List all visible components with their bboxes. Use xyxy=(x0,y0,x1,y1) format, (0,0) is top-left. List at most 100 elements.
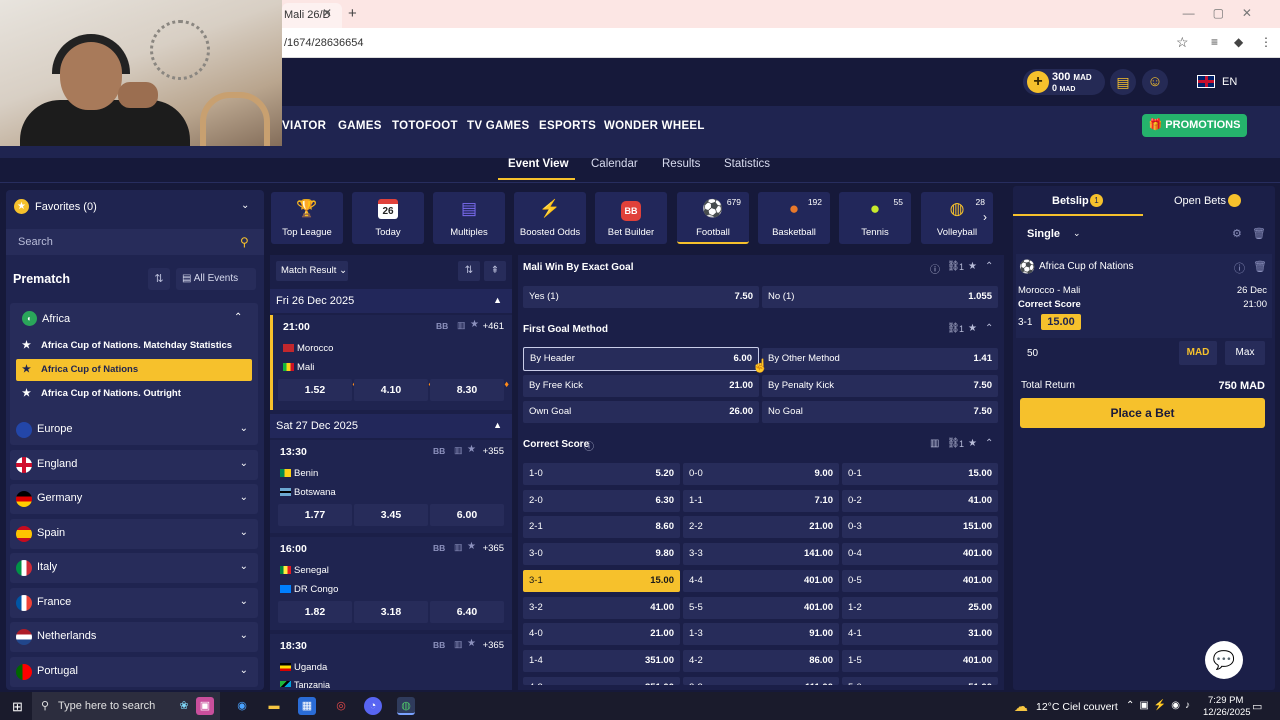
sidebar-item-portugal[interactable]: Portugal ⌄ xyxy=(10,657,258,687)
correct-score-pick[interactable]: 3-0 9.80 xyxy=(523,543,680,566)
favorites-label[interactable]: Favorites (0) xyxy=(35,201,97,213)
star-icon[interactable]: ★ xyxy=(22,359,31,381)
star-icon[interactable]: ★ xyxy=(968,323,977,334)
correct-score-pick[interactable]: 3-3 141.00 xyxy=(683,543,839,566)
sidebar-item-germany[interactable]: Germany ⌄ xyxy=(10,484,258,514)
media-icon[interactable]: ◎ xyxy=(332,697,350,715)
extension-icon[interactable]: ◆ xyxy=(1234,35,1243,49)
market-pick[interactable]: By Header 6.00 xyxy=(523,347,759,371)
star-icon[interactable]: ★ xyxy=(467,638,476,649)
correct-score-pick[interactable]: 4-0 21.00 xyxy=(523,623,680,646)
playlist-icon[interactable]: ≡ xyxy=(1211,35,1218,49)
app-icon[interactable]: ▣ xyxy=(196,697,214,715)
market-title[interactable]: Mali Win By Exact Goal xyxy=(523,262,634,273)
star-icon[interactable]: ★ xyxy=(467,444,476,455)
sport-top-league[interactable]: 🏆 Top League xyxy=(271,192,343,244)
stats-icon[interactable]: ▥ xyxy=(454,445,463,456)
sidebar-item-england[interactable]: England ⌄ xyxy=(10,450,258,480)
market-pick[interactable]: By Free Kick 21.00 xyxy=(523,375,759,397)
star-icon[interactable]: ★ xyxy=(467,541,476,552)
close-tab-icon[interactable]: ✕ xyxy=(322,6,332,20)
market-title[interactable]: First Goal Method xyxy=(523,324,608,335)
info-icon[interactable]: ⓘ xyxy=(584,438,594,453)
discord-icon[interactable]: ◔ xyxy=(364,697,382,715)
correct-score-pick[interactable]: 0-3 151.00 xyxy=(842,516,998,539)
receipt-icon[interactable]: ▤ xyxy=(1110,69,1136,95)
sport-football[interactable]: 679 ⚽ Football xyxy=(677,192,749,244)
kebab-menu-icon[interactable]: ⋮ xyxy=(1260,35,1272,49)
bookmark-star-icon[interactable]: ☆ xyxy=(1176,34,1189,51)
weather-text[interactable]: 12°C Ciel couvert xyxy=(1036,701,1118,713)
stats-icon[interactable]: ▥ xyxy=(930,438,939,449)
correct-score-pick[interactable]: 3-1 15.00 xyxy=(523,569,680,592)
odd-button[interactable]: 1.82 xyxy=(278,601,352,623)
bet-type-dropdown[interactable]: Single xyxy=(1027,228,1060,240)
language-selector[interactable]: EN xyxy=(1222,76,1237,88)
correct-score-pick[interactable]: 4-4 401.00 xyxy=(683,569,839,592)
star-icon[interactable]: ★ xyxy=(22,383,31,405)
correct-score-pick[interactable]: 5-5 401.00 xyxy=(683,596,839,619)
market-title[interactable]: Correct Score xyxy=(523,439,589,450)
clock-date[interactable]: 12/26/2025 xyxy=(1203,707,1251,718)
market-pick[interactable]: Yes (1) 7.50 xyxy=(523,286,759,308)
clock-time[interactable]: 7:29 PM xyxy=(1208,695,1243,706)
new-tab-icon[interactable]: + xyxy=(348,5,357,22)
sidebar-item-spain[interactable]: Spain ⌄ xyxy=(10,519,258,549)
chevron-down-icon[interactable]: ⌄ xyxy=(1073,228,1081,239)
sport-basketball[interactable]: 192 ● Basketball xyxy=(758,192,830,244)
market-pick[interactable]: Own Goal 26.00 xyxy=(523,401,759,423)
correct-score-pick[interactable]: 4-1 31.00 xyxy=(842,623,998,646)
chrome-icon[interactable]: ◍ xyxy=(397,697,415,715)
sidebar-item-europe[interactable]: Europe ⌄ xyxy=(10,415,258,445)
correct-score-pick[interactable]: 4-2 86.00 xyxy=(683,649,839,672)
market-pick[interactable]: No (1) 1.055 xyxy=(762,286,998,308)
correct-score-pick[interactable]: 0-5 401.00 xyxy=(842,569,998,592)
chevron-up-icon[interactable]: ⌃ xyxy=(985,261,993,272)
correct-score-pick[interactable]: 1-2 25.00 xyxy=(842,596,998,619)
sport-boosted-odds[interactable]: ⚡ Boosted Odds xyxy=(514,192,586,244)
chevron-down-icon[interactable]: ⌄ xyxy=(241,200,249,211)
all-events-dropdown[interactable]: ▤ All Events xyxy=(176,268,256,290)
currency-button[interactable]: MAD xyxy=(1179,341,1217,365)
windows-start-icon[interactable]: ⊞ xyxy=(12,699,23,715)
sort-button[interactable]: ⇅ xyxy=(458,261,480,281)
stake-input[interactable] xyxy=(1017,341,1175,365)
correct-score-pick[interactable]: 2-0 6.30 xyxy=(523,489,680,512)
correct-score-pick[interactable]: 4-3351.00 xyxy=(523,676,680,685)
africa-label[interactable]: Africa xyxy=(42,313,70,325)
tab-statistics[interactable]: Statistics xyxy=(724,158,770,170)
odd-button[interactable]: 1.52♦ xyxy=(278,379,357,401)
sport-bet-builder[interactable]: BB Bet Builder xyxy=(595,192,667,244)
stats-icon[interactable]: ▥ xyxy=(457,320,466,331)
tab-open-bets[interactable]: Open Bets xyxy=(1174,195,1226,207)
browser-tab[interactable]: Mali 26/D xyxy=(282,3,342,28)
search-placeholder[interactable]: Search xyxy=(18,236,53,248)
chat-icon[interactable]: 💬 xyxy=(1205,641,1243,679)
link-icon[interactable]: ⛓ xyxy=(947,261,960,272)
tab-event-view[interactable]: Event View xyxy=(508,158,569,170)
link-icon[interactable]: ⛓ xyxy=(947,438,960,449)
correct-score-pick[interactable]: 1-1 7.10 xyxy=(683,489,839,512)
window-controls[interactable]: —▢✕ xyxy=(1183,6,1270,20)
nav-wonder-wheel[interactable]: WONDER WHEEL xyxy=(604,120,705,132)
nav-games[interactable]: GAMES xyxy=(338,120,382,132)
stats-icon[interactable]: ▥ xyxy=(454,542,463,553)
odd-button[interactable]: 3.45 xyxy=(354,504,428,526)
correct-score-pick[interactable]: 1-0 5.20 xyxy=(523,463,680,485)
chevron-up-icon[interactable]: ⌃ xyxy=(985,438,993,449)
tab-calendar[interactable]: Calendar xyxy=(591,158,638,170)
promotions-button[interactable]: 🎁 PROMOTIONS xyxy=(1142,114,1247,137)
nav-tv-games[interactable]: TV GAMES xyxy=(467,120,529,132)
sidebar-item-netherlands[interactable]: Netherlands ⌄ xyxy=(10,622,258,652)
widget-icon[interactable]: ❀ xyxy=(175,697,193,715)
copilot-icon[interactable]: ◉ xyxy=(233,697,251,715)
chevron-right-icon[interactable]: › xyxy=(983,210,987,224)
tab-betslip[interactable]: Betslip xyxy=(1052,195,1089,207)
star-icon[interactable]: ★ xyxy=(22,335,31,357)
market-pick[interactable]: By Penalty Kick 7.50 xyxy=(762,375,998,397)
odd-button[interactable]: 6.40 xyxy=(430,601,504,623)
nav-totofoot[interactable]: TOTOFOOT xyxy=(392,120,458,132)
collapse-all-button[interactable]: ⇞ xyxy=(484,261,506,281)
system-tray-icons[interactable]: ⌃▣⚡◉♪ xyxy=(1126,700,1195,711)
notification-icon[interactable]: ▭ xyxy=(1252,700,1262,713)
